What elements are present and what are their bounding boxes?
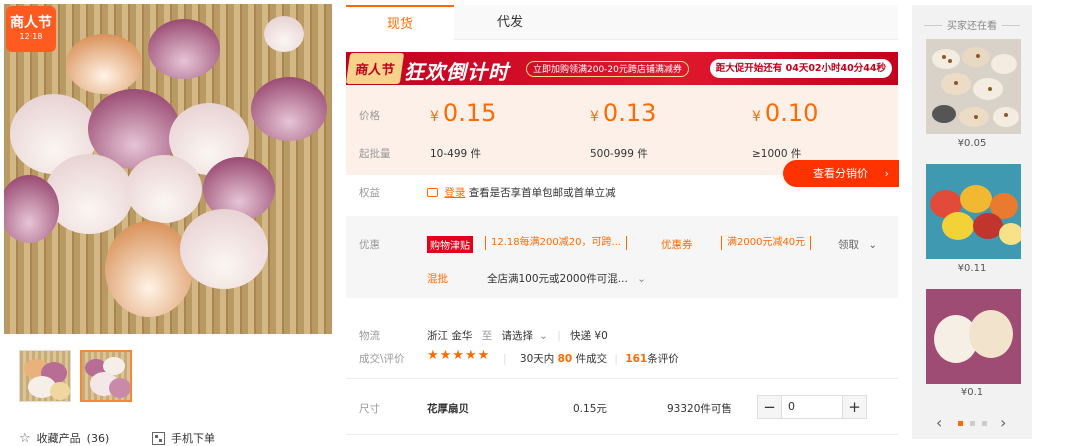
chevron-down-icon: ⌄ xyxy=(539,330,548,342)
rating-stars: ★★★★★ xyxy=(427,348,491,363)
rights-label: 权益 xyxy=(359,187,380,199)
reviews-label: 成交\评价 xyxy=(359,353,405,365)
qty-tier-1: 10-499 件 xyxy=(430,148,482,160)
mobile-order-label: 手机下单 xyxy=(171,432,215,445)
claim-button[interactable]: 领取 ⌄ xyxy=(838,237,877,252)
collect-count: (36) xyxy=(86,431,110,445)
carousel-prev-icon[interactable]: ‹ xyxy=(936,413,942,432)
tab-dropship[interactable]: 代发 xyxy=(454,5,566,40)
quantity-stepper: − 0 + xyxy=(757,395,867,419)
recommended-item-2[interactable] xyxy=(926,164,1021,259)
tab-spot-goods[interactable]: 现货 xyxy=(346,5,454,40)
mixed-batch-dropdown[interactable]: 全店满100元或2000件可混... ⌄ xyxy=(487,271,646,286)
badge-text: 商人节 xyxy=(10,15,52,31)
banner-promo: 立即加购领满200-20元跨店铺满减券 xyxy=(526,61,689,77)
view-distribution-price-button[interactable]: 查看分销价 › xyxy=(783,160,899,187)
discount-panel: 优惠 购物津贴 12.18每满200减20，可跨... 优惠券 满2000元减4… xyxy=(346,216,898,298)
allowance-tag: 购物津贴 xyxy=(427,236,473,253)
promo-banner[interactable]: 商人节 狂欢倒计时 立即加购领满200-20元跨店铺满减券 距大促开始还有 04… xyxy=(346,52,898,85)
collect-product-link[interactable]: ☆ 收藏产品 (36) xyxy=(19,430,109,446)
logistics-row: 浙江 金华 至 请选择 ⌄ | 快递 ¥0 xyxy=(427,330,608,342)
star-outline-icon: ☆ xyxy=(19,430,31,446)
review-link[interactable]: 161条评价 xyxy=(625,353,678,365)
qr-code-icon xyxy=(152,431,165,445)
carousel-dot-active[interactable] xyxy=(958,421,963,426)
buyers-also-viewing: 买家还在看 ¥0.05 ¥0.11 ¥0.1 ‹ › xyxy=(912,5,1032,439)
to-label: 至 xyxy=(481,330,493,342)
logistics-label: 物流 xyxy=(359,330,380,342)
thumbnail-shells xyxy=(85,357,130,398)
carousel-next-icon[interactable]: › xyxy=(1000,413,1006,432)
collect-label: 收藏产品 xyxy=(36,432,81,445)
price-tier-1: ¥0.15 xyxy=(430,99,497,127)
qty-tier-2: 500-999 件 xyxy=(590,148,648,160)
recommended-price-3: ¥0.1 xyxy=(960,387,984,398)
view-distribution-label: 查看分销价 xyxy=(813,167,868,180)
sold-count: 80 xyxy=(557,353,573,365)
divider xyxy=(346,378,898,379)
review-count: 161 xyxy=(625,353,648,365)
thumbnail-2[interactable] xyxy=(80,350,132,402)
quantity-input[interactable]: 0 xyxy=(788,396,795,418)
cowrie-shells-image xyxy=(932,47,1019,127)
shipping-fee: 快递 ¥0 xyxy=(570,330,608,342)
moq-label: 起批量 xyxy=(359,148,391,160)
purchase-tabs: 现货 代发 xyxy=(346,5,898,40)
review-suffix: 条评价 xyxy=(647,353,679,365)
recommended-price-2: ¥0.11 xyxy=(957,263,987,274)
carousel-dot[interactable] xyxy=(970,421,975,426)
allowance-coupon[interactable]: 12.18每满200减20，可跨... xyxy=(485,236,627,250)
login-link[interactable]: 登录 xyxy=(444,187,465,199)
festival-logo: 商人节 xyxy=(346,53,405,84)
badge-date: 12·18 xyxy=(19,32,43,41)
recommended-price-1: ¥0.05 xyxy=(957,138,987,149)
scallop-shells-image xyxy=(934,310,1013,363)
qty-tier-3: ≥1000 件 xyxy=(752,148,802,160)
price-tier-3: ¥0.10 xyxy=(752,99,819,127)
mixed-batch-label: 混批 xyxy=(427,273,448,285)
rights-row: 登录 查看是否享首单包邮或首单立减 xyxy=(427,185,616,200)
price-tier-2: ¥0.13 xyxy=(590,99,657,127)
sku-stock: 93320件可售 xyxy=(667,403,732,415)
days-prefix: 30天内 xyxy=(519,353,555,365)
banner-headline: 狂欢倒计时 xyxy=(404,60,509,84)
sku-price: 0.15元 xyxy=(573,403,607,415)
colorful-shells-image xyxy=(930,185,1021,245)
sku-name: 花厚扇贝 xyxy=(427,403,469,415)
mobile-order-link[interactable]: 手机下单 xyxy=(152,430,215,446)
festival-badge: 商人节 12·18 xyxy=(6,6,56,52)
shells-illustration xyxy=(4,16,327,317)
sidebar-title: 买家还在看 xyxy=(912,17,1032,32)
increase-button[interactable]: + xyxy=(842,396,866,418)
divider xyxy=(346,434,898,435)
recommended-item-1[interactable] xyxy=(926,39,1021,134)
chevron-down-icon: ⌄ xyxy=(637,273,646,285)
coupon-2000-40[interactable]: 满2000元减40元 xyxy=(721,236,812,250)
chevron-down-icon: ⌄ xyxy=(868,239,878,251)
decrease-button[interactable]: − xyxy=(758,396,782,418)
coupon-label: 优惠券 xyxy=(661,239,693,251)
main-product-image[interactable]: 商人节 12·18 xyxy=(4,4,332,334)
sold-suffix: 件成交 xyxy=(575,353,608,365)
chevron-right-icon: › xyxy=(884,167,889,180)
thumbnail-shells xyxy=(24,359,70,400)
destination-select[interactable]: 请选择 ⌄ xyxy=(502,330,548,342)
discount-label: 优惠 xyxy=(359,239,380,251)
countdown-timer: 距大促开始还有 04天02小时40分44秒 xyxy=(709,59,892,78)
gift-icon xyxy=(427,188,438,197)
carousel-dot[interactable] xyxy=(982,421,987,426)
rights-text: 查看是否享首单包邮或首单立减 xyxy=(468,187,616,199)
sales-row: | 30天内 80 件成交 | 161条评价 xyxy=(503,353,679,365)
recommended-item-3[interactable] xyxy=(926,289,1021,384)
thumbnail-1[interactable] xyxy=(19,350,71,402)
size-label: 尺寸 xyxy=(359,403,380,415)
price-label: 价格 xyxy=(359,110,380,122)
origin-location: 浙江 金华 xyxy=(427,330,473,342)
